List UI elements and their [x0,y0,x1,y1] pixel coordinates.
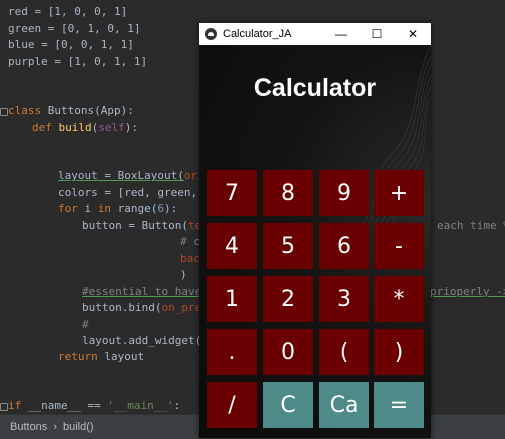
code-token: __name__ == [27,399,108,412]
code-token: def [32,121,59,134]
code-line: red = [1, 0, 0, 1] [8,5,128,18]
code-token: in [97,202,118,215]
code-line: # c [180,235,200,248]
code-line: #essential to have [82,284,201,300]
key-7-button[interactable]: 7 [207,170,257,216]
fold-marker-icon[interactable] [0,108,8,116]
key-plus-button[interactable]: + [374,170,424,216]
key-divide-button[interactable]: / [207,382,257,428]
key-9-button[interactable]: 9 [319,170,369,216]
key-decimal-button[interactable]: . [207,329,257,375]
key-4-button[interactable]: 4 [207,223,257,269]
code-line: prioperly -> [430,284,505,300]
code-token: 6 [157,202,164,215]
code-token: layout = BoxLayout( [58,169,184,182]
close-button[interactable]: ✕ [395,23,431,45]
code-token: for [58,202,85,215]
code-line: # [82,318,89,331]
code-line: button.bind(on_pres [82,300,208,316]
key-8-button[interactable]: 8 [263,170,313,216]
calculator-title: Calculator [253,74,377,102]
code-line: layout.add_widget(b [82,334,208,347]
key-minus-button[interactable]: - [374,223,424,269]
app-icon [205,28,217,40]
calculator-window: Calculator_JA — ☐ ✕ Calculator 7 8 9 +4 5 6- 1… [199,23,431,438]
code-line: ) [180,268,187,281]
code-token: build [58,121,92,134]
key-5-button[interactable]: 5 [263,223,313,269]
code-line: purple = [1, 0, 1, 1] [8,55,148,68]
code-token: button.bind( [82,301,162,314]
code-token: range( [117,202,158,215]
code-token: if [8,399,28,412]
code-token: i [84,202,98,215]
code-line: if __name__ == '__main__': [8,398,180,414]
run-gutter-icon[interactable] [0,403,8,411]
code-token: return [58,350,105,363]
key-open-paren-button[interactable]: ( [319,329,369,375]
code-token: ): [124,121,138,134]
code-line: for i in range(6): [58,201,177,217]
key-clear-button[interactable]: C [263,382,313,428]
breadcrumb-item-class[interactable]: Buttons [10,421,47,433]
key-1-button[interactable]: 1 [207,276,257,322]
code-line: button = Button(tex [82,218,208,234]
code-line: layout = BoxLayout(orie [58,168,210,184]
minimize-button[interactable]: — [323,23,359,45]
window-title: Calculator_JA [223,28,292,40]
code-line: return layout [58,349,144,365]
key-0-button[interactable]: 0 [263,329,313,375]
code-token: '__main__' [107,399,174,412]
key-equals-button[interactable]: = [374,382,424,428]
code-line: colors = [red, green, b [58,186,211,199]
code-token: : [173,399,181,412]
breadcrumb-separator: › [53,421,57,433]
code-line: bac [180,252,200,265]
code-line: each time % [437,219,505,232]
code-token: Buttons(App): [47,104,134,117]
key-close-paren-button[interactable]: ) [374,329,424,375]
breadcrumb-item-method[interactable]: build() [63,421,94,433]
key-clear-all-button[interactable]: Ca [319,382,369,428]
code-line: class Buttons(App): [8,103,134,119]
code-line: def build(self): [32,120,138,136]
window-titlebar[interactable]: Calculator_JA — ☐ ✕ [199,23,431,45]
code-token: ): [164,202,178,215]
key-multiply-button[interactable]: * [374,276,424,322]
code-token: #essential to have [82,285,202,298]
code-token: self [98,121,125,134]
code-token: prioperly -> [430,285,505,298]
code-token: button = Button( [82,219,188,232]
code-line: green = [0, 1, 0, 1] [8,22,141,35]
key-6-button[interactable]: 6 [319,223,369,269]
key-3-button[interactable]: 3 [319,276,369,322]
code-token: class [8,104,48,117]
maximize-button[interactable]: ☐ [359,23,395,45]
code-line: blue = [0, 0, 1, 1] [8,38,134,51]
calculator-app: Calculator 7 8 9 +4 5 6- 1 2 3 *. 0() / C Ca = [199,45,431,438]
code-token: layout [104,350,145,363]
key-2-button[interactable]: 2 [263,276,313,322]
